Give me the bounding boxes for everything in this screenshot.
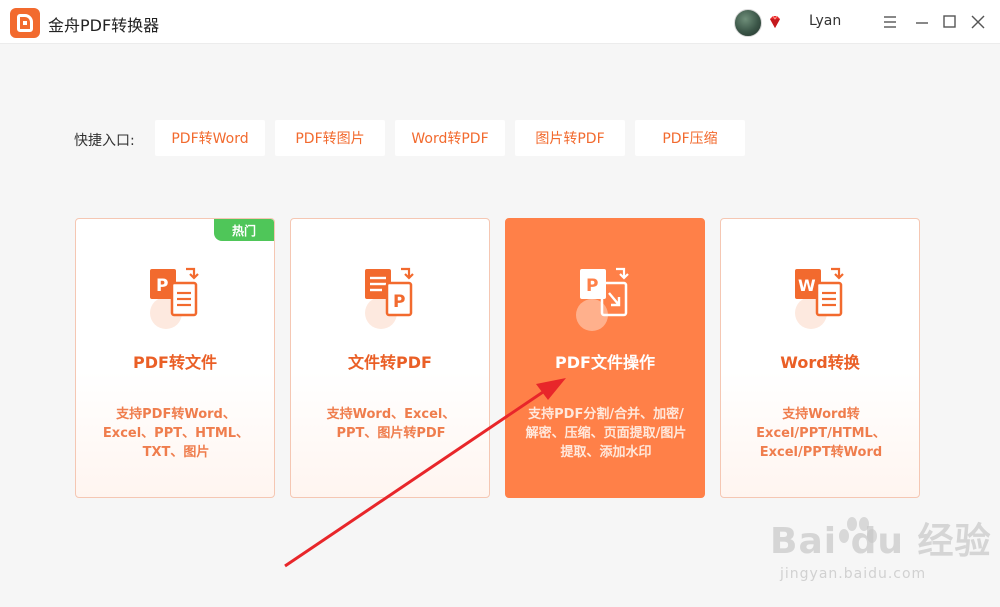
quick-entry-label: 快捷入口: [74, 133, 135, 149]
minimize-icon[interactable] [912, 12, 932, 32]
quick-btn-word-to-pdf[interactable]: Word转PDF [395, 120, 505, 156]
card-pdf-operations[interactable]: P PDF文件操作 支持PDF分割/合并、加密/解密、压缩、页面提取/图片提取、… [505, 218, 705, 498]
hot-badge: 热门 [214, 219, 274, 241]
card-description: 支持Word、Excel、PPT、图片转PDF [326, 407, 456, 441]
svg-text:P: P [393, 292, 405, 312]
hamburger-menu-icon[interactable] [880, 12, 900, 32]
user-avatar[interactable] [734, 9, 762, 37]
title-bar: 金舟PDF转换器 Lyan [0, 0, 1000, 44]
card-description: 支持Word转Excel/PPT/HTML、Excel/PPT转Word [756, 407, 886, 460]
quick-btn-pdf-to-word[interactable]: PDF转Word [155, 120, 265, 156]
card-description: 支持PDF转Word、Excel、PPT、HTML、TXT、图片 [102, 407, 250, 460]
watermark-url: jingyan.baidu.com [780, 566, 927, 582]
file-to-pdf-icon: P [365, 267, 414, 329]
card-title: PDF文件操作 [555, 353, 655, 372]
svg-text:W: W [798, 276, 816, 295]
card-word-convert[interactable]: W Word转换 支持Word转Excel/PPT/HTML、Excel/PPT… [720, 218, 920, 498]
pdf-to-file-icon: P [150, 267, 199, 329]
word-convert-icon: W [795, 267, 844, 329]
maximize-icon[interactable] [940, 12, 960, 32]
card-description: 支持PDF分割/合并、加密/解密、压缩、页面提取/图片提取、添加水印 [525, 407, 687, 460]
watermark-text: Bai du 经验 [770, 521, 992, 562]
svg-text:P: P [586, 276, 598, 296]
card-pdf-to-file[interactable]: 热门 P PDF转文件 支持PDF转Word、Excel、PPT、HTML、TX… [75, 218, 275, 498]
app-logo-icon [10, 8, 40, 38]
card-title: PDF转文件 [133, 353, 217, 372]
card-title: Word转换 [780, 353, 860, 372]
pdf-operations-icon: P [576, 267, 629, 331]
quick-btn-image-to-pdf[interactable]: 图片转PDF [515, 120, 625, 156]
card-file-to-pdf[interactable]: P 文件转PDF 支持Word、Excel、PPT、图片转PDF [290, 218, 490, 498]
svg-text:P: P [156, 276, 168, 296]
quick-btn-pdf-compress[interactable]: PDF压缩 [635, 120, 745, 156]
vip-diamond-icon[interactable] [767, 14, 783, 30]
quick-btn-pdf-to-image[interactable]: PDF转图片 [275, 120, 385, 156]
username[interactable]: Lyan [809, 13, 841, 29]
close-icon[interactable] [968, 12, 988, 32]
app-title: 金舟PDF转换器 [48, 16, 160, 35]
card-title: 文件转PDF [348, 353, 432, 372]
